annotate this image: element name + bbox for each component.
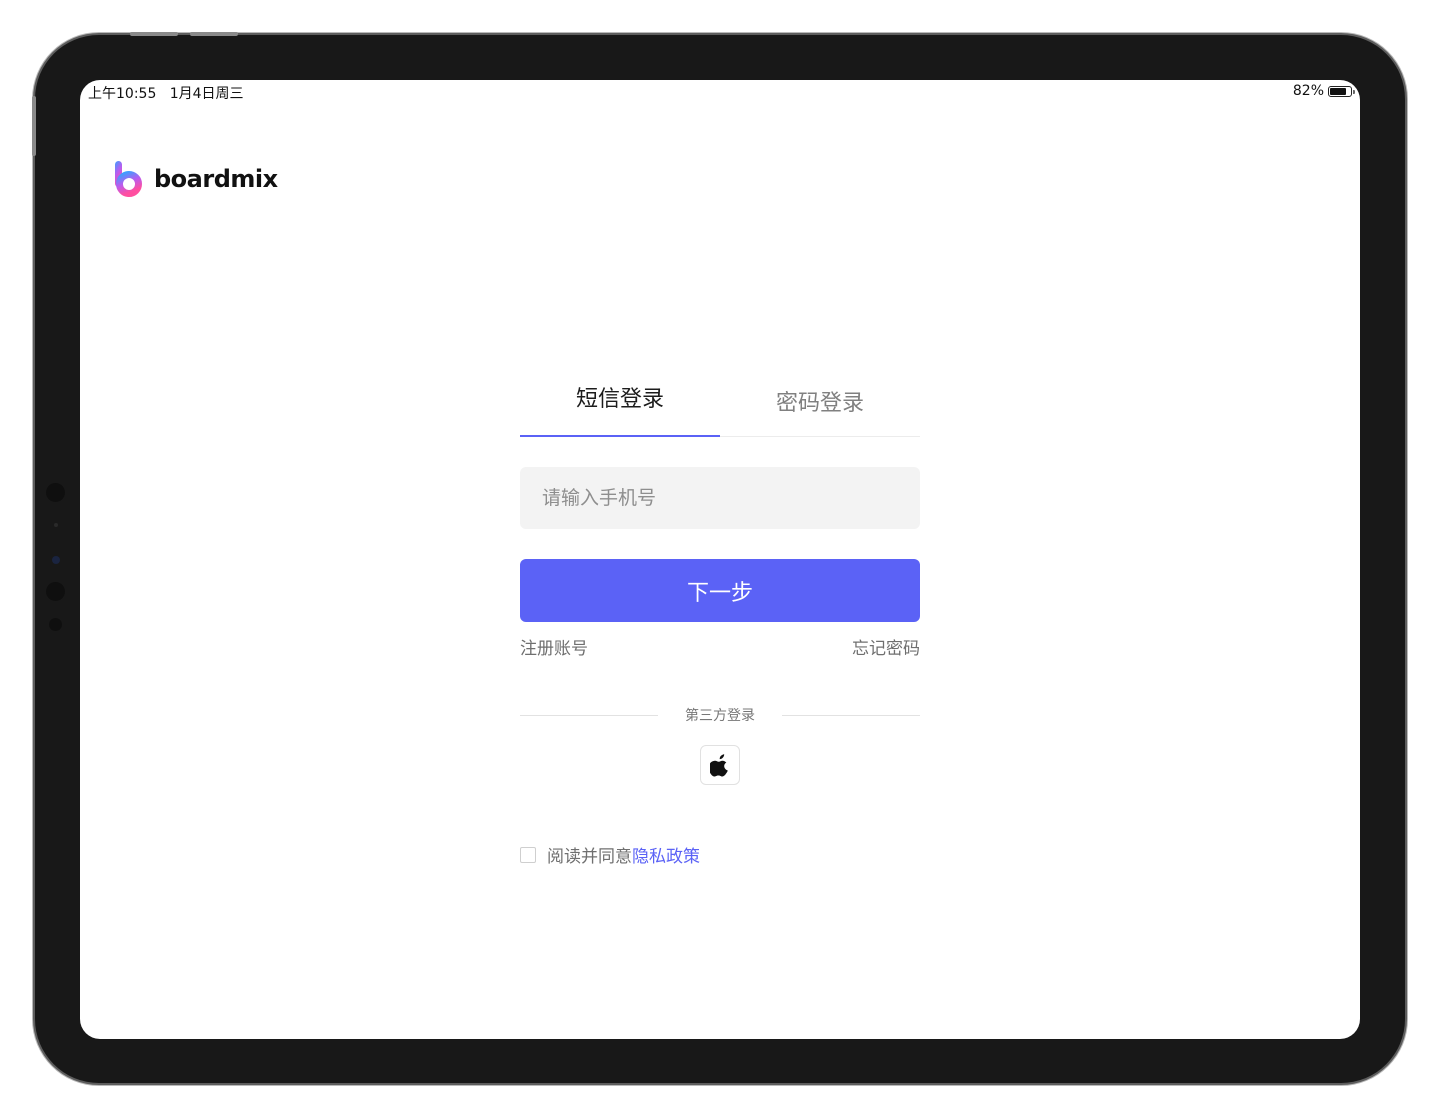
agree-checkbox[interactable] — [520, 846, 536, 863]
login-tabs: 短信登录 密码登录 — [520, 375, 920, 437]
third-party-divider: 第三方登录 — [520, 705, 920, 725]
active-tab-indicator — [520, 435, 720, 437]
brand-logo: boardmix — [114, 160, 278, 198]
agreement-text: 阅读并同意 — [547, 847, 632, 867]
account-links: 注册账号 忘记密码 — [520, 634, 920, 659]
camera-sensor — [46, 483, 65, 502]
status-battery: 82% — [1292, 83, 1355, 99]
phone-input[interactable] — [520, 467, 920, 529]
apple-login-button[interactable] — [700, 745, 740, 785]
forgot-password-link[interactable]: 忘记密码 — [852, 634, 920, 659]
top-button — [190, 32, 238, 36]
next-step-button[interactable]: 下一步 — [520, 559, 920, 622]
privacy-policy-link[interactable]: 隐私政策 — [632, 842, 700, 867]
app-screen: 上午10:55 1月4日周三 82% boardmix 短信登录 密码登录 请输… — [80, 80, 1360, 1039]
side-button — [32, 96, 36, 156]
camera-sensor — [54, 523, 58, 527]
boardmix-logo-icon — [115, 161, 142, 197]
battery-fill — [1330, 87, 1347, 95]
register-link[interactable]: 注册账号 — [520, 634, 588, 659]
camera-sensor — [49, 618, 62, 631]
battery-percent: 82% — [1292, 83, 1324, 99]
brand-name: boardmix — [154, 165, 278, 193]
status-time: 上午10:55 1月4日周三 — [88, 86, 244, 102]
tab-password-login[interactable]: 密码登录 — [720, 375, 920, 437]
divider-line — [782, 715, 920, 716]
camera-sensor — [46, 582, 65, 601]
battery-icon — [1328, 85, 1355, 97]
top-button — [130, 32, 178, 36]
apple-icon — [710, 754, 728, 777]
camera-sensor — [52, 556, 60, 564]
tab-sms-login[interactable]: 短信登录 — [520, 375, 720, 437]
login-form: 短信登录 密码登录 下一步 注册账号 忘记密码 第三方登录 阅读并同意隐私政策 — [520, 375, 920, 867]
privacy-agreement: 阅读并同意 隐私政策 — [520, 842, 920, 867]
